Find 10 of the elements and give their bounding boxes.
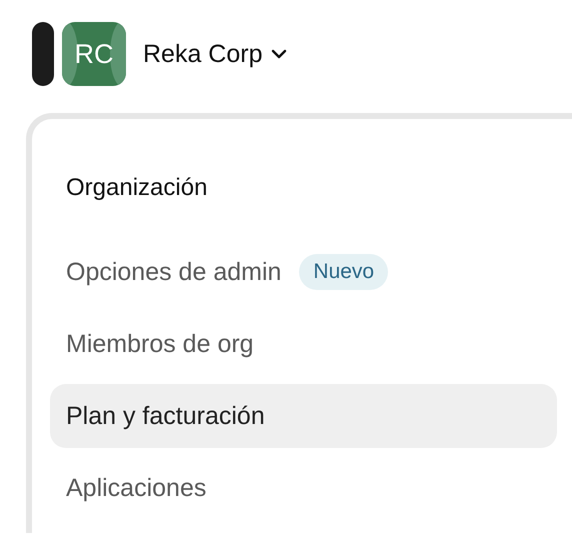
chevron-down-icon [270, 49, 286, 59]
menu-item[interactable]: Aplicaciones [50, 456, 557, 520]
org-switcher[interactable]: Reka Corp [143, 40, 286, 68]
menu-item[interactable]: Miembros de org [50, 312, 557, 376]
section-title: Organización [65, 173, 208, 203]
menu-item[interactable]: Plan y facturación [50, 384, 557, 448]
new-badge: Nuevo [299, 254, 388, 290]
org-avatar: RC [62, 22, 126, 86]
sidebar-handle [32, 22, 54, 86]
menu-item[interactable]: Opciones de admin Nuevo [50, 240, 557, 304]
